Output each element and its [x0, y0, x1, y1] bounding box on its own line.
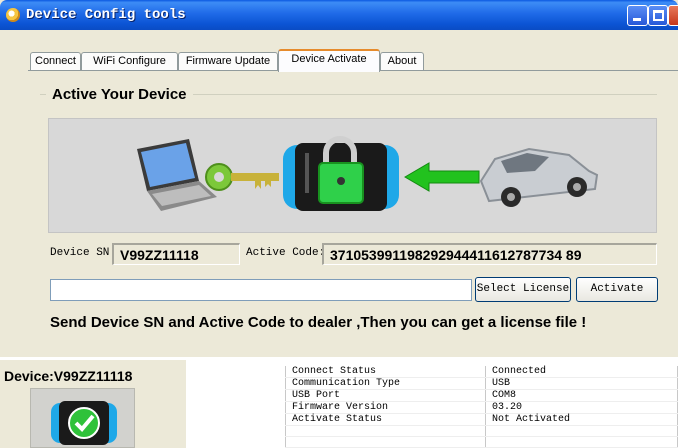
table-row [285, 425, 678, 437]
status-key [285, 436, 486, 448]
activation-illustration [137, 136, 599, 211]
status-value: USB [485, 377, 678, 390]
minimize-icon [633, 18, 641, 21]
device-lock-icon [283, 136, 399, 211]
tab-connect[interactable]: Connect [30, 52, 81, 71]
status-value [485, 436, 678, 448]
maximize-icon [653, 10, 664, 21]
status-value [485, 425, 678, 437]
tab-wifi-configure[interactable]: WiFi Configure [81, 52, 178, 71]
status-value: COM8 [485, 389, 678, 402]
close-button[interactable] [668, 5, 678, 26]
tab-about[interactable]: About [380, 52, 424, 71]
active-code-field[interactable]: 371053991198292944411612787734 89 [322, 243, 657, 265]
minimize-button[interactable] [627, 5, 648, 26]
device-thumbnail [30, 388, 135, 448]
maximize-button[interactable] [648, 5, 668, 26]
device-title: Device:V99ZZ11118 [4, 368, 133, 384]
tab-device-activate[interactable]: Device Activate [278, 49, 380, 72]
group-title: Active Your Device [46, 86, 193, 103]
tab-firmware-update[interactable]: Firmware Update [178, 52, 278, 71]
status-value: Not Activated [485, 413, 678, 426]
key-icon [205, 163, 279, 191]
status-key: Activate Status [285, 413, 486, 426]
license-path-input[interactable] [50, 279, 472, 301]
window-title: Device Config tools [26, 7, 186, 23]
device-sn-label: Device SN: [50, 247, 117, 259]
app-window: Device Config tools Connect WiFi Configu… [0, 0, 678, 448]
car-icon [479, 147, 599, 207]
app-gear-icon [6, 8, 20, 22]
table-row: USB Port COM8 [285, 389, 678, 402]
table-row: Firmware Version 03.20 [285, 401, 678, 414]
status-key: Connect Status [285, 366, 486, 378]
device-connected-icon [51, 401, 117, 445]
status-value: Connected [485, 366, 678, 378]
laptop-icon [137, 139, 217, 211]
active-code-label: Active Code: [246, 247, 326, 259]
status-table: Connect Status Connected Communication Ty… [285, 366, 678, 448]
table-row [285, 436, 678, 448]
status-key: Firmware Version [285, 401, 486, 414]
select-license-button[interactable]: Select License [475, 277, 571, 302]
activation-banner [48, 118, 657, 233]
status-value: 03.20 [485, 401, 678, 414]
arrow-left-icon [404, 162, 480, 192]
status-key: Communication Type [285, 377, 486, 390]
device-sn-field[interactable]: V99ZZ11118 [112, 243, 240, 265]
table-row: Communication Type USB [285, 377, 678, 390]
activation-notice: Send Device SN and Active Code to dealer… [50, 314, 587, 331]
status-key: USB Port [285, 389, 486, 402]
status-key [285, 425, 486, 437]
title-bar[interactable]: Device Config tools [0, 0, 678, 30]
table-row: Activate Status Not Activated [285, 413, 678, 426]
table-row: Connect Status Connected [285, 366, 678, 378]
activate-button[interactable]: Activate [576, 277, 658, 302]
